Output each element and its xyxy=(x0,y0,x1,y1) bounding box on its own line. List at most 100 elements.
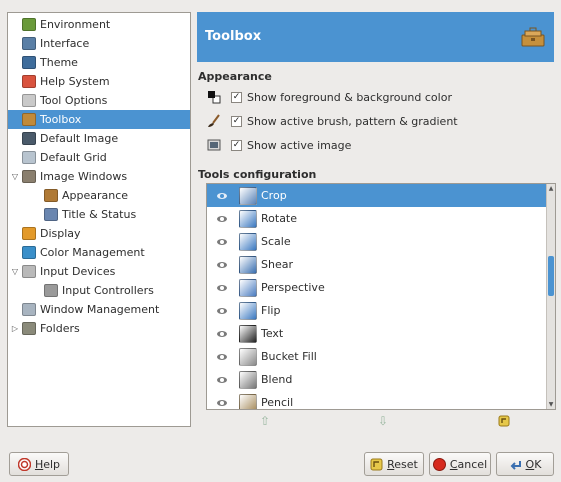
visibility-eye-icon[interactable] xyxy=(217,353,227,360)
visibility-eye-icon[interactable] xyxy=(217,376,227,383)
tree-item-label: Appearance xyxy=(62,189,129,202)
tree-item-help-system[interactable]: Help System xyxy=(8,72,190,91)
tool-row-flip[interactable]: Flip xyxy=(207,299,547,322)
tree-item-label: Input Devices xyxy=(40,265,116,278)
reset-order-icon[interactable] xyxy=(497,414,511,428)
visibility-eye-icon[interactable] xyxy=(217,238,227,245)
visibility-eye-icon[interactable] xyxy=(217,215,227,222)
move-down-icon[interactable]: ⇩ xyxy=(376,414,390,428)
image-windows-icon xyxy=(22,170,36,183)
tree-item-interface[interactable]: Interface xyxy=(8,34,190,53)
tree-item-label: Folders xyxy=(40,322,80,335)
blend-icon xyxy=(239,370,257,389)
bucket-fill-icon xyxy=(239,347,257,366)
tree-item-label: Interface xyxy=(40,37,90,50)
tool-label: Flip xyxy=(261,304,281,317)
tool-row-text[interactable]: Text xyxy=(207,322,547,345)
visibility-eye-icon[interactable] xyxy=(217,192,227,199)
tool-row-crop[interactable]: Crop xyxy=(207,184,547,207)
tool-row-blend[interactable]: Blend xyxy=(207,368,547,391)
default-grid-icon xyxy=(22,151,36,164)
scrollbar-thumb[interactable] xyxy=(548,256,554,296)
help-system-icon xyxy=(22,75,36,88)
help-button-label: Help xyxy=(34,457,61,471)
tool-row-perspective[interactable]: Perspective xyxy=(207,276,547,299)
tool-row-bucket-fill[interactable]: Bucket Fill xyxy=(207,345,547,368)
tool-label: Perspective xyxy=(261,281,325,294)
cancel-button[interactable]: Cancel xyxy=(429,452,491,476)
tool-label: Crop xyxy=(261,189,287,202)
tree-item-default-grid[interactable]: Default Grid xyxy=(8,148,190,167)
reset-button[interactable]: Reset xyxy=(364,452,424,476)
appearance-option[interactable]: ✓ Show active image xyxy=(207,136,351,154)
option-label: Show foreground & background color xyxy=(247,90,452,104)
option-checkbox[interactable]: ✓ xyxy=(231,139,242,151)
category-tree[interactable]: Environment Interface Theme Help System Tool… xyxy=(7,12,191,427)
tools-list-scrollbar[interactable]: ▲ ▼ xyxy=(546,184,555,409)
tool-row-scale[interactable]: Scale xyxy=(207,230,547,253)
visibility-eye-icon[interactable] xyxy=(217,307,227,314)
brush-icon xyxy=(207,114,231,128)
scroll-down-arrow-icon[interactable]: ▼ xyxy=(547,400,555,409)
ok-icon xyxy=(510,460,521,470)
tree-item-label: Display xyxy=(40,227,81,240)
tools-list[interactable]: Crop Rotate Scale Shear Perspective Flip Text B… xyxy=(206,183,556,410)
tree-item-title-status[interactable]: Title & Status xyxy=(8,205,190,224)
page-title: Toolbox xyxy=(205,29,262,44)
option-checkbox[interactable]: ✓ xyxy=(231,91,242,103)
option-checkbox[interactable]: ✓ xyxy=(231,115,242,127)
page-banner: Toolbox xyxy=(197,12,554,62)
tool-label: Blend xyxy=(261,373,293,386)
visibility-eye-icon[interactable] xyxy=(217,399,227,406)
visibility-eye-icon[interactable] xyxy=(217,284,227,291)
visibility-eye-icon[interactable] xyxy=(217,261,227,268)
help-icon xyxy=(17,457,31,471)
tree-item-toolbox[interactable]: Toolbox xyxy=(8,110,190,129)
toolbox-icon xyxy=(22,113,36,126)
tree-item-color-management[interactable]: Color Management xyxy=(8,243,190,262)
expander-closed-icon[interactable]: ▷ xyxy=(10,324,20,333)
tree-item-label: Color Management xyxy=(40,246,145,259)
tree-item-folders[interactable]: ▷ Folders xyxy=(8,319,190,338)
tool-row-shear[interactable]: Shear xyxy=(207,253,547,276)
tree-item-label: Tool Options xyxy=(40,94,108,107)
tree-item-window-management[interactable]: Window Management xyxy=(8,300,190,319)
text-tool-icon xyxy=(239,324,257,343)
tree-item-theme[interactable]: Theme xyxy=(8,53,190,72)
environment-icon xyxy=(22,18,36,31)
ok-button-label: OK xyxy=(525,457,542,471)
rotate-icon xyxy=(239,209,257,228)
tree-item-input-devices[interactable]: ▽ Input Devices xyxy=(8,262,190,281)
scroll-up-arrow-icon[interactable]: ▲ xyxy=(547,184,555,193)
move-up-icon[interactable]: ⇧ xyxy=(258,414,272,428)
tree-item-appearance[interactable]: Appearance xyxy=(8,186,190,205)
tool-label: Bucket Fill xyxy=(261,350,317,363)
tree-item-label: Image Windows xyxy=(40,170,128,183)
cancel-icon xyxy=(432,457,446,471)
ok-button[interactable]: OK xyxy=(496,452,554,476)
tools-configuration-heading: Tools configuration xyxy=(198,168,317,181)
tree-item-label: Environment xyxy=(40,18,111,31)
scale-icon xyxy=(239,232,257,251)
tree-item-input-controllers[interactable]: Input Controllers xyxy=(8,281,190,300)
cancel-button-label: Cancel xyxy=(449,457,488,471)
tree-item-image-windows[interactable]: ▽ Image Windows xyxy=(8,167,190,186)
tree-item-environment[interactable]: Environment xyxy=(8,15,190,34)
tree-item-display[interactable]: Display xyxy=(8,224,190,243)
tool-row-pencil[interactable]: Pencil xyxy=(207,391,547,409)
visibility-eye-icon[interactable] xyxy=(217,330,227,337)
pencil-icon xyxy=(239,393,257,409)
tool-row-rotate[interactable]: Rotate xyxy=(207,207,547,230)
input-devices-icon xyxy=(22,265,36,278)
tool-label: Shear xyxy=(261,258,293,271)
appearance-heading: Appearance xyxy=(198,70,272,83)
expander-open-icon[interactable]: ▽ xyxy=(10,172,20,181)
shear-icon xyxy=(239,255,257,274)
tree-item-tool-options[interactable]: Tool Options xyxy=(8,91,190,110)
tree-item-default-image[interactable]: Default Image xyxy=(8,129,190,148)
appearance-option[interactable]: ✓ Show active brush, pattern & gradient xyxy=(207,112,458,130)
help-button[interactable]: Help xyxy=(9,452,69,476)
expander-open-icon[interactable]: ▽ xyxy=(10,267,20,276)
interface-icon xyxy=(22,37,36,50)
appearance-option[interactable]: ✓ Show foreground & background color xyxy=(207,88,452,106)
